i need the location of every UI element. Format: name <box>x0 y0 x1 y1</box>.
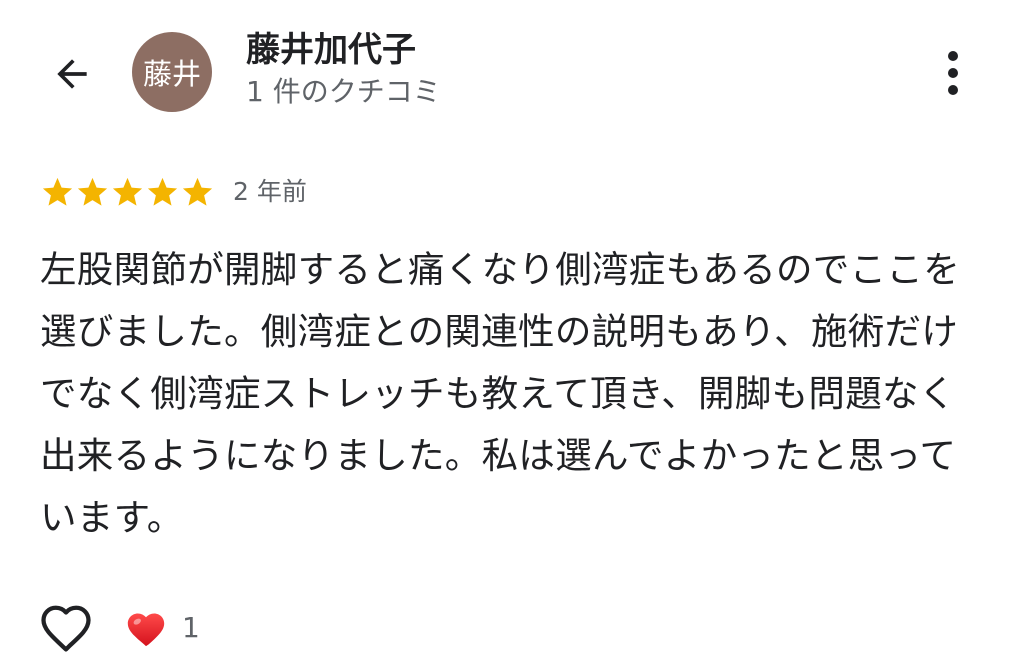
star-icon <box>180 175 215 210</box>
reviewer-name[interactable]: 藤井加代子 <box>246 28 416 72</box>
back-button[interactable] <box>44 46 100 102</box>
review-date: 2 年前 <box>233 177 307 206</box>
more-vertical-icon <box>948 51 958 95</box>
review-header: 藤井 藤井加代子 1 件のクチコミ <box>0 0 1024 140</box>
more-options-button[interactable] <box>924 44 982 102</box>
reviewer-review-count: 1 件のクチコミ <box>246 75 441 108</box>
reaction-count: 1 <box>182 611 200 644</box>
star-rating <box>40 175 215 210</box>
star-icon <box>75 175 110 210</box>
avatar[interactable]: 藤井 <box>132 32 212 112</box>
review-text: 左股関節が開脚すると痛くなり側湾症もあるのでここを選びました。側湾症との関連性の… <box>40 248 960 539</box>
star-icon <box>145 175 180 210</box>
reaction-summary[interactable]: 1 <box>124 608 200 648</box>
arrow-left-icon <box>57 59 87 89</box>
heart-outline-icon <box>41 605 91 652</box>
rating-row: 2 年前 <box>40 172 307 212</box>
avatar-text: 藤井 <box>142 57 201 91</box>
review-actions: 1 <box>38 600 200 656</box>
star-icon <box>110 175 145 210</box>
like-button[interactable] <box>38 600 94 656</box>
star-icon <box>40 175 75 210</box>
red-heart-icon <box>124 608 168 648</box>
